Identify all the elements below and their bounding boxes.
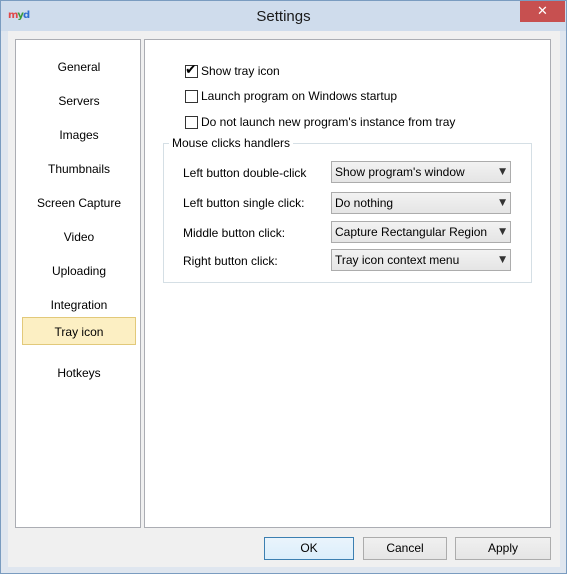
left-single-click-label: Left button single click:: [183, 196, 305, 210]
chevron-down-icon: ▼: [499, 255, 506, 265]
mouse-clicks-group: Mouse clicks handlers Left button double…: [163, 136, 532, 283]
check-icon: ✔: [185, 61, 197, 78]
cancel-button[interactable]: Cancel: [363, 537, 447, 560]
chevron-down-icon: ▼: [499, 227, 506, 237]
sidebar-item-video[interactable]: Video: [22, 223, 136, 251]
sidebar-item-uploading[interactable]: Uploading: [22, 257, 136, 285]
no-new-instance-checkbox[interactable]: [185, 115, 198, 129]
no-new-instance-option[interactable]: Do not launch new program's instance fro…: [185, 114, 455, 130]
select-value: Capture Rectangular Region: [335, 225, 488, 239]
select-value: Tray icon context menu: [335, 253, 460, 267]
close-icon: ✕: [537, 4, 548, 19]
group-legend: Mouse clicks handlers: [169, 136, 294, 150]
show-tray-icon-label: Show tray icon: [201, 64, 280, 78]
left-double-click-label: Left button double-click: [183, 166, 307, 180]
left-double-click-select[interactable]: Show program's window ▼: [331, 161, 511, 183]
sidebar-item-general[interactable]: General: [22, 53, 136, 81]
no-new-instance-label: Do not launch new program's instance fro…: [201, 115, 456, 129]
chevron-down-icon: ▼: [499, 167, 506, 177]
sidebar-item-hotkeys[interactable]: Hotkeys: [22, 359, 136, 387]
select-value: Do nothing: [335, 196, 394, 210]
right-click-label: Right button click:: [183, 254, 278, 268]
left-single-click-select[interactable]: Do nothing ▼: [331, 192, 511, 214]
apply-button[interactable]: Apply: [455, 537, 551, 560]
ok-button[interactable]: OK: [264, 537, 354, 560]
dialog-body: General Servers Images Thumbnails Screen…: [8, 31, 560, 567]
chevron-down-icon: ▼: [499, 198, 506, 208]
middle-click-select[interactable]: Capture Rectangular Region ▼: [331, 221, 511, 243]
launch-on-startup-option[interactable]: Launch program on Windows startup: [185, 88, 397, 104]
show-tray-icon-option[interactable]: ✔ Show tray icon: [185, 61, 280, 79]
settings-window: myd Settings ✕ General Servers Images Th…: [0, 0, 567, 574]
window-title: Settings: [256, 8, 311, 25]
sidebar-item-integration[interactable]: Integration: [22, 291, 136, 319]
title-bar[interactable]: myd Settings ✕: [1, 1, 566, 31]
sidebar-item-tray-icon[interactable]: Tray icon: [22, 317, 136, 345]
select-value: Show program's window: [335, 165, 465, 179]
launch-on-startup-checkbox[interactable]: [185, 89, 198, 103]
close-button[interactable]: ✕: [520, 1, 565, 22]
sidebar-item-screen-capture[interactable]: Screen Capture: [22, 189, 136, 217]
sidebar-item-servers[interactable]: Servers: [22, 87, 136, 115]
sidebar-item-images[interactable]: Images: [22, 121, 136, 149]
middle-click-label: Middle button click:: [183, 226, 286, 240]
tray-icon-settings-panel: ✔ Show tray icon Launch program on Windo…: [144, 39, 551, 528]
sidebar-item-thumbnails[interactable]: Thumbnails: [22, 155, 136, 183]
launch-on-startup-label: Launch program on Windows startup: [201, 89, 398, 103]
right-click-select[interactable]: Tray icon context menu ▼: [331, 249, 511, 271]
settings-category-list: General Servers Images Thumbnails Screen…: [15, 39, 141, 528]
show-tray-icon-checkbox[interactable]: ✔: [185, 61, 198, 78]
